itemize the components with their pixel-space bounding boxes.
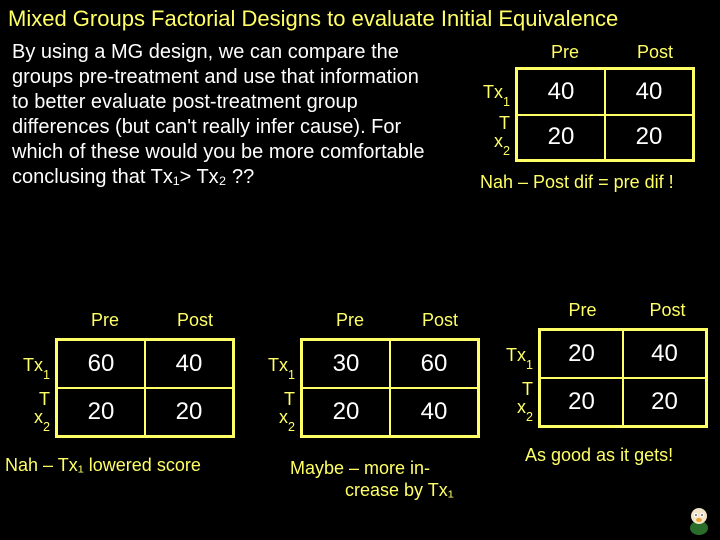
row-label-sub2: 2 [526,410,533,424]
cell-r1c1: 20 [540,330,623,378]
row-label-tx2: T x2 [485,380,533,420]
cell-r2c2: 40 [390,388,478,436]
row-label-tx2: T x2 [245,390,295,430]
slide-title: Mixed Groups Factorial Designs to evalua… [0,0,720,36]
col-header-post: Post [615,42,695,63]
table-caption-line1: Maybe – more in- [290,458,510,479]
table-caption: As good as it gets! [525,445,720,466]
row-label-x: x [34,407,43,427]
row-label-tx2: T x2 [0,390,50,430]
cell-r2c2: 20 [605,115,693,161]
table-top-right: Pre Post Tx1 T x2 40 40 20 20 Nah – Post… [455,42,705,222]
cell-r1c2: 40 [145,340,233,388]
row-label-tx1: Tx1 [0,355,50,379]
row-label-t: T [245,390,295,408]
row-label-t: T [0,390,50,408]
table-bottom-mid: Pre Post Tx1 T x2 30 60 20 40 Maybe – mo… [250,310,500,530]
row-label-x: x [279,407,288,427]
row-label-text: Tx [506,345,526,365]
cell-r1c2: 40 [605,69,693,115]
cell-r2c1: 20 [57,388,145,436]
cells-grid: 40 40 20 20 [515,67,695,162]
row-label-text: Tx [23,355,43,375]
row-label-tx1: Tx1 [485,345,533,369]
col-header-pre: Pre [310,310,390,331]
row-label-sub: 1 [43,368,50,382]
col-header-post: Post [630,300,705,321]
cell-r1c1: 30 [302,340,390,388]
table-caption: Nah – Tx₁ lowered score [5,455,255,476]
row-label-x: x [517,397,526,417]
cell-r1c2: 60 [390,340,478,388]
row-label-sub: 1 [503,95,510,109]
cells-grid: 60 40 20 20 [55,338,235,438]
col-header-post: Post [155,310,235,331]
row-label-t: T [455,114,510,132]
row-label-sub2: 2 [43,420,50,434]
col-header-pre: Pre [545,300,620,321]
cell-r1c1: 40 [517,69,605,115]
col-header-post: Post [400,310,480,331]
cell-r1c1: 60 [57,340,145,388]
cartoon-icon [684,502,714,536]
cells-grid: 20 40 20 20 [538,328,708,428]
col-header-pre: Pre [525,42,605,63]
row-label-text: Tx [268,355,288,375]
cell-r2c2: 20 [623,378,706,426]
row-label-tx1: Tx1 [245,355,295,379]
row-label-sub2: 2 [288,420,295,434]
row-label-t: T [485,380,533,398]
col-header-pre: Pre [65,310,145,331]
cell-r2c1: 20 [540,378,623,426]
row-label-x: x [494,131,503,151]
cells-grid: 30 60 20 40 [300,338,480,438]
table-bottom-left: Pre Post Tx1 T x2 60 40 20 20 Nah – Tx₁ … [5,310,255,510]
row-label-text: Tx [483,82,503,102]
row-label-tx2: T x2 [455,114,510,154]
table-bottom-right: Pre Post Tx1 T x2 20 40 20 20 As good as… [490,300,720,500]
table-caption: Nah – Post dif = pre dif ! [480,172,720,193]
cell-r2c2: 20 [145,388,233,436]
cell-r2c1: 20 [302,388,390,436]
row-label-sub: 1 [288,368,295,382]
row-label-tx1: Tx1 [455,82,510,106]
body-paragraph: By using a MG design, we can compare the… [0,36,440,190]
row-label-sub: 1 [526,358,533,372]
cell-r2c1: 20 [517,115,605,161]
row-label-sub2: 2 [503,144,510,158]
cell-r1c2: 40 [623,330,706,378]
